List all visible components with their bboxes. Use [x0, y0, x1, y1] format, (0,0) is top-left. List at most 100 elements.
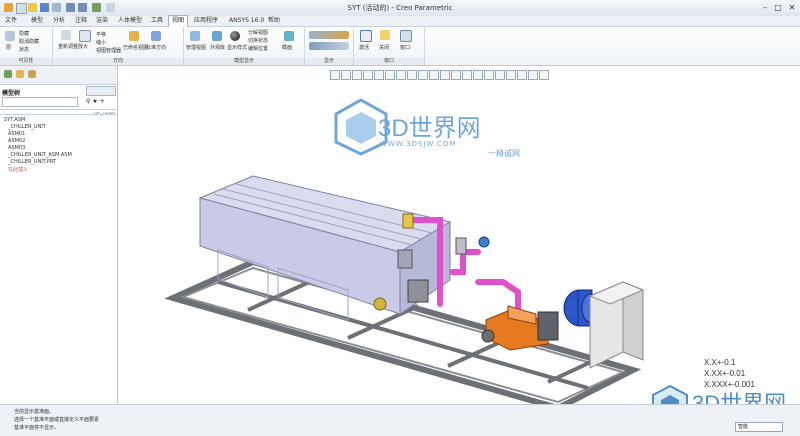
close-window-button[interactable]: 关闭 [379, 44, 389, 51]
tab-model[interactable]: 模型 [28, 16, 46, 26]
tab-analysis[interactable]: 分析 [50, 16, 68, 26]
tab-view[interactable]: 视图 [168, 15, 189, 27]
perspective-icon[interactable] [407, 70, 417, 80]
appearance-icon[interactable] [495, 70, 505, 80]
tree-item[interactable]: ASM03 [8, 145, 25, 151]
saved-views-icon[interactable] [129, 31, 139, 41]
activate-icon[interactable] [360, 30, 372, 42]
datum-points-icon[interactable] [440, 70, 450, 80]
annotation-display-icon[interactable] [309, 42, 349, 50]
pause-icon[interactable] [539, 70, 549, 80]
display-style-icon[interactable] [230, 31, 240, 41]
tree-item[interactable]: _CHILLER_UNIT [8, 124, 46, 130]
close-icon[interactable]: ✕ [786, 2, 798, 13]
group-model-display: 管理视图 外观库 显示样式 分解视图 切换状态 编辑位置 截面 模型显示 [184, 27, 305, 65]
tolerance-line: X.X+-0.1 [704, 358, 736, 367]
tree-settings-button[interactable] [86, 86, 116, 96]
close-window-icon[interactable] [380, 30, 390, 40]
tree-item[interactable]: _CHILLER_UNIT.PRT [8, 159, 56, 165]
status-button[interactable]: 状态 [19, 46, 29, 53]
hide-button[interactable]: 隐藏 [19, 30, 29, 37]
refit-icon[interactable] [330, 70, 340, 80]
zoom-in-icon[interactable] [79, 30, 91, 42]
annotations-icon[interactable] [462, 70, 472, 80]
layer-icon[interactable] [506, 70, 516, 80]
group-orientation: 重新调整 放大 平移 缩小 视图管理器 已命名视图 标准方向 方向 [53, 27, 184, 65]
window-title: SYT (活动的) - Creo Parametric [347, 4, 453, 12]
exploded-view-button[interactable]: 分解视图 [248, 29, 268, 36]
group-label: 方向 [53, 58, 183, 65]
favorites-icon[interactable] [28, 70, 36, 78]
selection-filter-dropdown[interactable]: 智能 [735, 422, 783, 432]
saved-views-icon[interactable] [374, 70, 384, 80]
manage-views-button[interactable]: 管理视图 [186, 44, 206, 51]
minimize-icon[interactable]: – [759, 2, 771, 13]
tree-filter-input[interactable] [2, 97, 78, 107]
folder-browser-icon[interactable] [16, 70, 24, 78]
section-icon[interactable] [284, 31, 294, 41]
maximize-icon[interactable]: □ [772, 2, 784, 13]
tab-ansys[interactable]: ANSYS 16.0 [226, 16, 267, 26]
activate-button[interactable]: 激活 [359, 44, 369, 51]
appearance-icon[interactable] [212, 31, 222, 41]
divider [0, 109, 117, 110]
watermark-url: WWW.3DSJW.COM [380, 140, 457, 148]
edit-position-button[interactable]: 编辑位置 [248, 45, 268, 52]
datum-display-icon[interactable] [309, 31, 349, 39]
tree-item[interactable]: ASM01 [8, 131, 25, 137]
appearance-button[interactable]: 外观库 [210, 44, 225, 51]
tab-file[interactable]: 文件 [2, 16, 20, 26]
tab-annotate[interactable]: 注释 [72, 16, 90, 26]
display-style-button[interactable]: 显示样式 [227, 44, 247, 51]
group-label: 显示 [305, 58, 353, 65]
tolerance-line: X.XX+-0.01 [704, 369, 746, 378]
layers-icon[interactable] [5, 31, 15, 41]
tab-render[interactable]: 渲染 [93, 16, 111, 26]
zoom-out-button[interactable]: 缩小 [96, 39, 106, 46]
view-manager-button[interactable]: 视图管理器 [96, 47, 121, 54]
unhide-button[interactable]: 取消隐藏 [19, 38, 39, 45]
toggle-status-button[interactable]: 切换状态 [248, 37, 268, 44]
window-button[interactable]: 窗口 [400, 44, 410, 51]
ribbon-tabs: 文件 模型 分析 注释 渲染 人体模型 工具 视图 应用程序 ANSYS 16.… [0, 15, 800, 27]
saved-views-button[interactable]: 已命名视图 [123, 44, 148, 51]
tree-item[interactable]: ASM02 [8, 138, 25, 144]
spin-center-icon[interactable] [473, 70, 483, 80]
datum-planes-icon[interactable] [418, 70, 428, 80]
refit-button[interactable]: 重新调整 [58, 43, 78, 50]
zoom-in-button[interactable]: 放大 [78, 43, 88, 50]
filter-icon[interactable] [517, 70, 527, 80]
tab-manikin[interactable]: 人体模型 [115, 16, 145, 26]
section-button[interactable]: 截面 [282, 44, 292, 51]
section-icon[interactable] [484, 70, 494, 80]
settings-icon[interactable] [528, 70, 538, 80]
manage-views-icon[interactable] [190, 31, 200, 41]
view-manager-icon[interactable] [396, 70, 406, 80]
tab-applications[interactable]: 应用程序 [191, 16, 221, 26]
standard-orientation-button[interactable]: 标准方向 [146, 44, 166, 51]
windows-icon[interactable] [400, 30, 412, 42]
zoom-in-icon[interactable] [341, 70, 351, 80]
control-cabinet [588, 281, 645, 369]
group-label: 可见性 [0, 58, 52, 65]
tab-help[interactable]: 帮助 [265, 16, 283, 26]
graphics-toolbar [330, 70, 600, 80]
display-style-icon[interactable] [385, 70, 395, 80]
refit-icon[interactable] [61, 30, 71, 40]
pan-button[interactable]: 平移 [96, 31, 106, 38]
standard-orientation-icon[interactable] [151, 31, 161, 41]
repaint-icon[interactable] [363, 70, 373, 80]
group-window: 激活 关闭 窗口 窗口 [354, 27, 425, 65]
find-icon[interactable]: ⚲ ★ + [86, 98, 105, 105]
model-tree-tab-icon[interactable] [4, 70, 12, 78]
zoom-out-icon[interactable] [352, 70, 362, 80]
status-message: 选择一个基准平面或直接定义平面要素 [14, 417, 100, 423]
tree-item[interactable]: _CHILLER_UNIT_ASM.ASM [8, 152, 72, 158]
tab-tools[interactable]: 工具 [148, 16, 166, 26]
datum-axes-icon[interactable] [429, 70, 439, 80]
layers-button[interactable]: 层 [6, 44, 11, 51]
tree-root[interactable]: SYT.ASM [4, 117, 25, 123]
coordinate-systems-icon[interactable] [451, 70, 461, 80]
insert-here-marker[interactable]: 在此插入 [8, 166, 28, 173]
message-area: 当前显示基准面。 选择一个基准平面或直接定义平面要素 基准平面将不显示。 智能 [0, 404, 800, 436]
